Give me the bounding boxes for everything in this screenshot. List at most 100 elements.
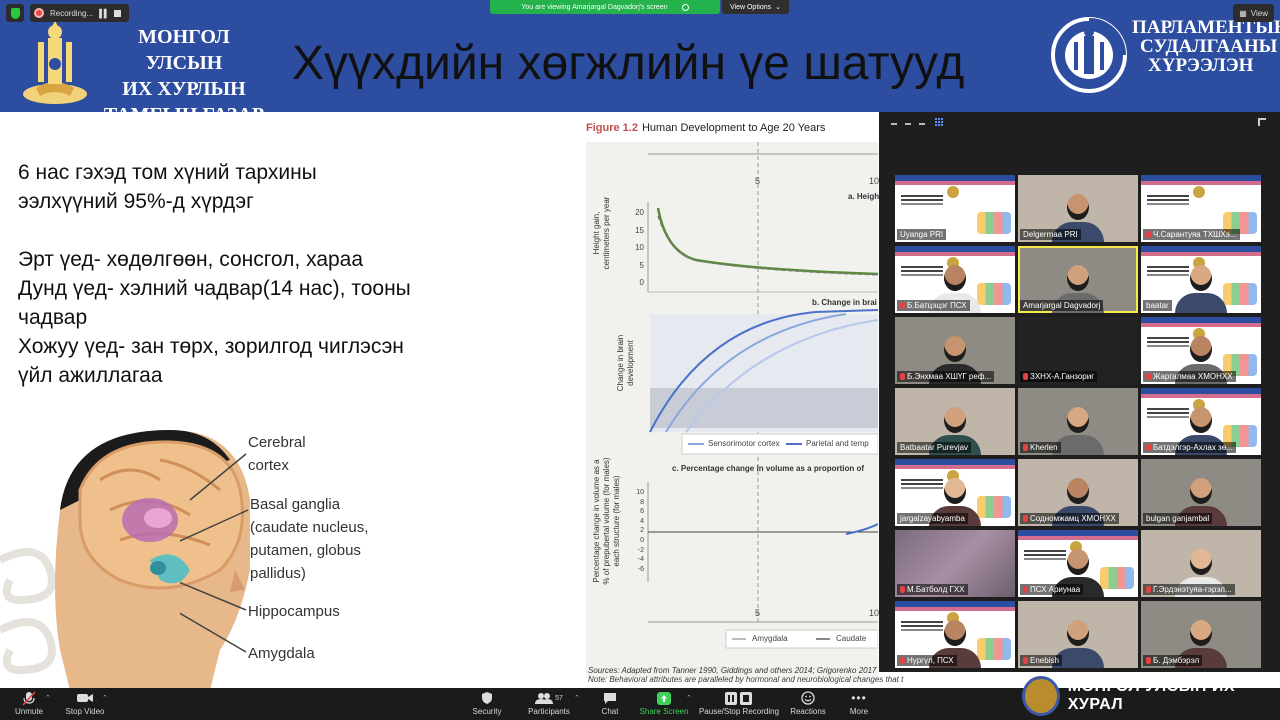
exit-fullscreen-icon[interactable] [1258,118,1266,126]
brain-label-hippocampus: Hippocampus [248,603,340,620]
security-button[interactable]: Security [468,690,506,716]
participant-name-text: bulgan ganjambal [1146,514,1210,523]
minimize-icon[interactable] [891,123,897,125]
participant-tile[interactable]: Batbaatar Purevjav [895,388,1015,455]
participant-tile[interactable]: Uyanga PRI [895,175,1015,242]
participant-name: Batbaatar Purevjav [897,442,972,453]
participant-name-text: Kherlen [1030,443,1058,452]
soyombo-emblem-icon [23,20,87,104]
minimize-icon[interactable] [905,123,911,125]
participant-name-text: Б. Дэмбэрэл [1153,656,1200,665]
participant-tile[interactable]: ПСХ Ариунаа [1018,530,1138,597]
slide-title: Хүүхдийн хөгжлийн үе шатууд [292,37,965,90]
participant-name-text: М.Батболд ГХХ [907,585,965,594]
share-screen-label: Share Screen [639,707,689,716]
axis-label-line: Height gain, [592,211,601,255]
share-screen-icon [657,691,671,705]
y-tick: 6 [640,508,644,516]
security-shield-icon[interactable] [6,4,24,22]
legend-label: Parietal and temp [806,439,869,448]
chevron-up-icon[interactable]: ⌃ [686,694,692,702]
pause-recording-label: Pause/Stop Recording [698,707,780,716]
brain-label-basal-ganglia: Basal ganglia (caudate nucleus, putamen,… [250,493,368,585]
gallery-grid-icon[interactable] [935,118,944,127]
reactions-button[interactable]: Reactions [788,690,828,716]
mic-muted-icon [1023,515,1028,522]
participant-name-text: ЗХНХ-А.Ганзориг [1030,372,1095,381]
participant-name: Kherlen [1020,442,1061,453]
participant-name: Amarjargal Dagvadorj [1020,300,1104,311]
participant-tile[interactable]: Ч.Сарантуяа ТХШХэ... [1141,175,1261,242]
org-left-line: ТАМГЫН ГАЗАР [103,104,265,126]
participant-tile[interactable]: bulgan ganjambal [1141,459,1261,526]
panel-b-title: b. Change in brai [812,298,877,307]
participant-name: М.Батболд ГХХ [897,584,968,595]
mic-muted-icon [1146,231,1151,238]
x-tick: 10 [869,176,880,186]
gallery-view-panel: Uyanga PRI Delgermaa PRI Ч.Сарантуяа ТХШХэ… [879,112,1280,672]
participant-name-text: Нургүл, ПСХ [907,656,954,665]
mic-muted-icon [1023,373,1028,380]
brain-label-line: pallidus) [250,565,306,582]
panel-a-title: a. Heigh [848,192,880,201]
participant-tile[interactable]: Kherlen [1018,388,1138,455]
minimize-icon[interactable] [919,123,925,125]
x-tick: 5 [755,608,761,618]
participant-tile[interactable]: Amarjargal Dagvadorj [1018,246,1138,313]
panel-c-ticks: 10 8 6 4 2 0 -2 -4 -6 [628,488,644,574]
mic-muted-icon [1146,657,1151,664]
participants-icon [535,693,554,704]
view-options-button[interactable]: View Options ⌄ [722,0,789,14]
participant-tile[interactable]: Delgermaa PRI [1018,175,1138,242]
security-label: Security [472,707,502,716]
chevron-up-icon[interactable]: ⌃ [45,694,51,702]
participant-tile[interactable]: Жаргалмаа ХМОНХХ [1141,317,1261,384]
y-tick: 2 [640,527,644,535]
y-tick: -6 [637,565,644,573]
shield-icon [482,692,492,704]
participant-name: Б.Энхмаа ХШҮГ реф... [897,371,995,382]
mic-muted-icon [900,657,905,664]
brain-label-line: (caudate nucleus, [250,519,369,536]
participant-tile[interactable]: baatar [1141,246,1261,313]
pause-recording-icon[interactable]: ▌▌ [99,9,109,18]
participant-tile[interactable]: Батдэлгэр-Ахлах зө... [1141,388,1261,455]
view-button[interactable]: ▦ View [1233,4,1274,22]
y-tick: 15 [635,225,644,235]
participant-tile[interactable]: М.Батболд ГХХ [895,530,1015,597]
participant-name-text: Ч.Сарантуяа ТХШХэ... [1153,230,1237,239]
panel-c-title: c. Percentage change in volume as a prop… [672,464,865,473]
viewing-banner-text: You are viewing Amarjargal Dagvadorj's s… [521,3,668,11]
participant-tile[interactable]: Б.Батцэцэг ПСХ [895,246,1015,313]
chat-button[interactable]: Chat [598,690,622,716]
participant-tile[interactable]: Нургүл, ПСХ [895,601,1015,668]
unmute-button[interactable]: Unmute [12,690,46,716]
participant-name-text: Amarjargal Dagvadorj [1023,301,1101,310]
mic-muted-icon [1023,657,1028,664]
mic-muted-icon [1146,373,1151,380]
chevron-up-icon[interactable]: ⌃ [102,694,108,702]
participant-tile[interactable]: Б.Энхмаа ХШҮГ реф... [895,317,1015,384]
axis-label-line: % of prepubertal volume (for males) [602,457,611,585]
brain-label-line: Basal ganglia [250,496,341,513]
participant-tile[interactable]: Содномжамц ХМОНХХ [1018,459,1138,526]
participant-tile[interactable]: jargalzayabyamba [895,459,1015,526]
participants-button[interactable]: 57 Participants [524,690,574,716]
axis-label-line: Percentage change in volume as a [592,459,601,583]
axis-label-line: Change in brain [616,334,625,392]
pause-stop-recording-button[interactable]: Pause/Stop Recording [698,690,780,716]
more-button[interactable]: ••• More [846,690,872,716]
mic-muted-icon [1023,586,1028,593]
development-chart: 5 10 a. Heigh Height gain, centimeters p… [586,142,880,678]
chevron-up-icon[interactable]: ⌃ [574,694,580,702]
panel-a-ticks: 20 15 10 5 0 [634,204,644,292]
stop-recording-icon[interactable] [114,9,122,17]
participant-tile[interactable]: Enebish [1018,601,1138,668]
participant-tile[interactable]: ЗХНХ-А.Ганзориг [1018,317,1138,384]
video-camera-icon [77,694,93,702]
parliament-seal-icon [1022,676,1060,716]
participant-tile[interactable]: Г.Эрдэнэтуяа-гэрэл... [1141,530,1261,597]
top-left-controls: Recording... ▌▌ [6,4,130,22]
share-screen-button[interactable]: Share Screen [638,690,690,716]
participant-tile[interactable]: Б. Дэмбэрэл [1141,601,1261,668]
